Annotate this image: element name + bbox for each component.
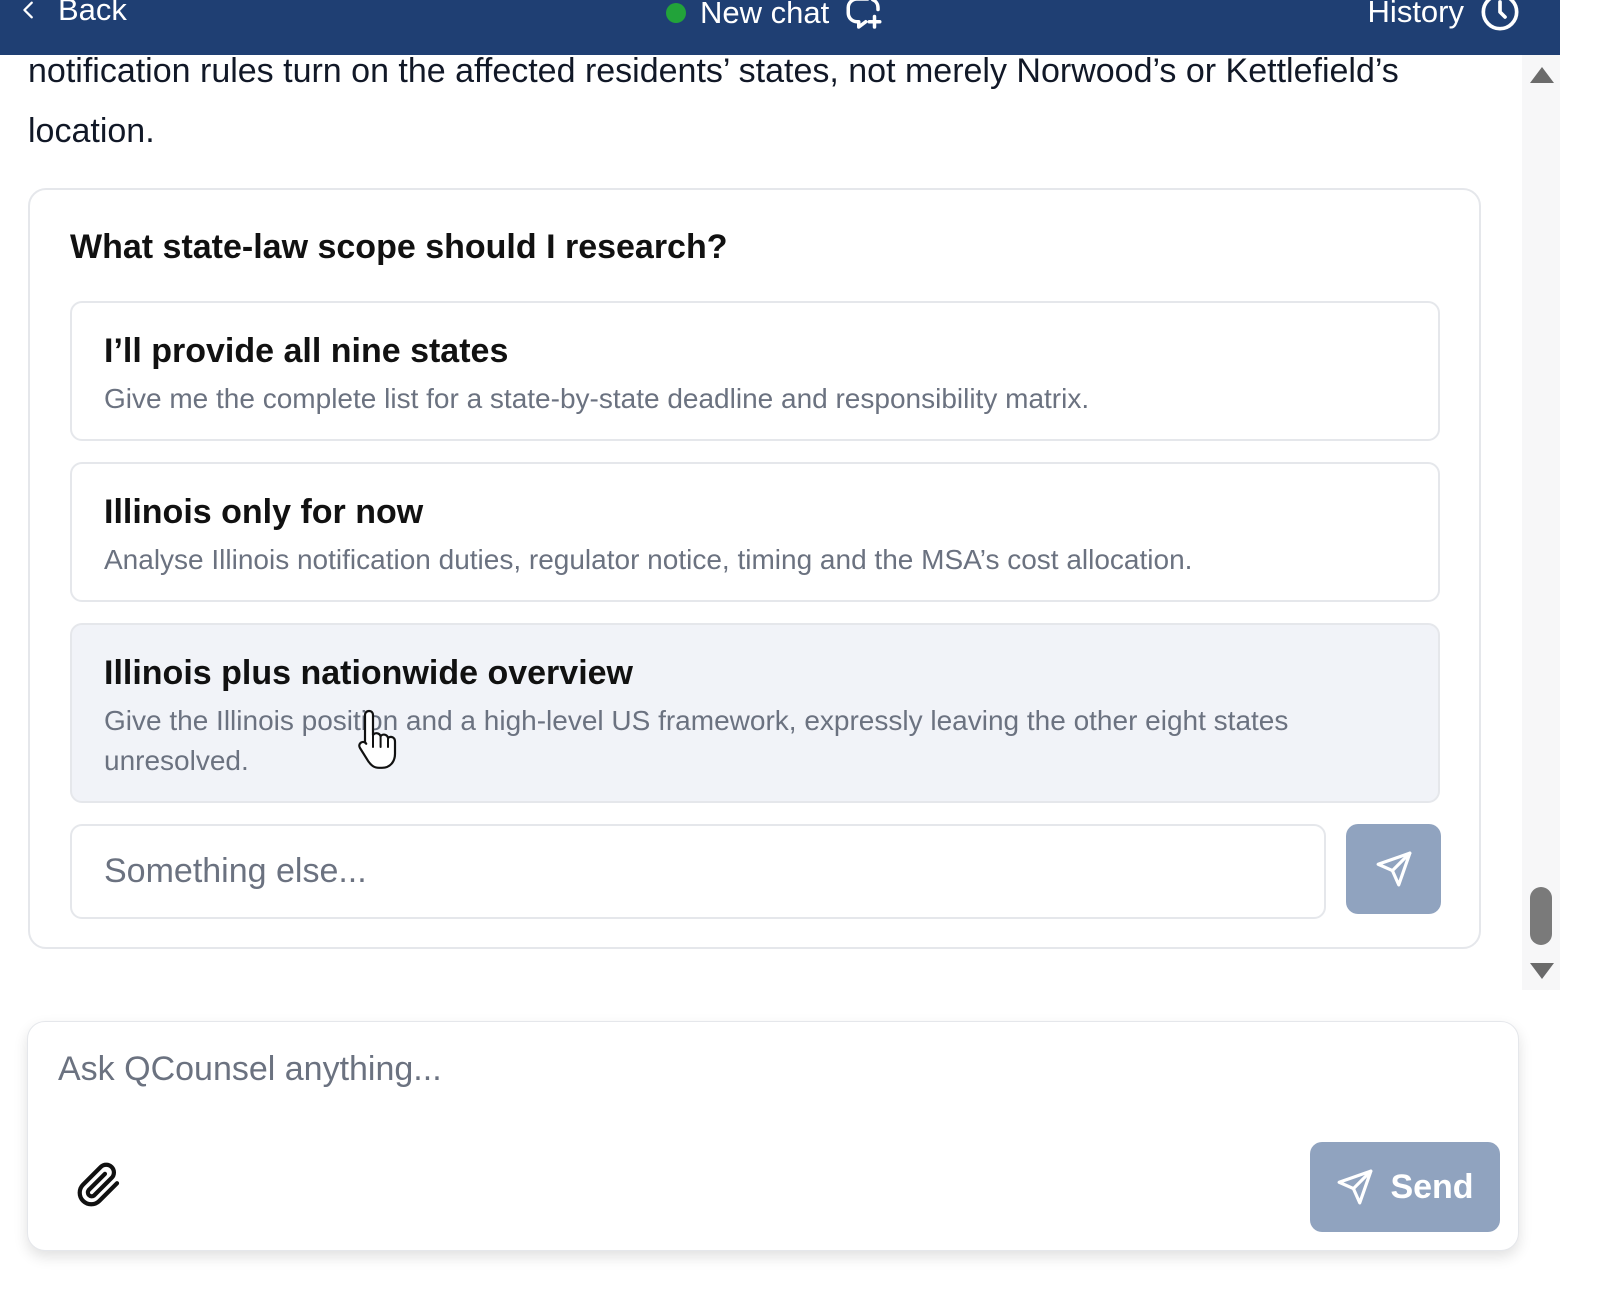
new-chat-label: New chat [700,0,830,30]
back-label: Back [58,0,127,27]
conversation-area: notification rules turn on the affected … [0,55,1520,990]
status-dot [666,3,686,23]
send-button[interactable]: Send [1310,1142,1500,1232]
scroll-up-arrow-icon[interactable] [1530,67,1554,83]
scrollbar-thumb[interactable] [1530,887,1552,945]
back-button[interactable]: Back [18,0,127,28]
clock-icon [1481,0,1519,31]
hand-cursor-icon [358,709,397,769]
option-illinois-only[interactable]: Illinois only for now Analyse Illinois n… [70,462,1440,602]
something-else-send-button[interactable] [1346,824,1441,914]
paperclip-icon[interactable] [76,1162,122,1208]
option-title: Illinois plus nationwide overview [104,654,633,692]
top-bar: Back New chat History [0,0,1560,55]
history-label: History [1367,0,1464,29]
history-button[interactable]: History [1368,0,1520,32]
message-input[interactable] [58,1050,1458,1120]
scroll-down-arrow-icon[interactable] [1530,963,1554,979]
something-else-input[interactable] [70,824,1326,919]
option-description: Give me the complete list for a state-by… [104,383,1090,414]
new-chat-button[interactable]: New chat [666,0,885,34]
send-icon [1338,1169,1373,1205]
question-card: What state-law scope should I research? … [28,188,1481,949]
option-description: Analyse Illinois notification duties, re… [104,544,1193,575]
assistant-message-text: notification rules turn on the affected … [28,55,1399,150]
message-composer: Send [27,1021,1519,1251]
send-icon [1376,851,1411,887]
option-title: I’ll provide all nine states [104,332,509,370]
option-illinois-plus-nationwide[interactable]: Illinois plus nationwide overview Give t… [70,623,1440,803]
scrollbar[interactable] [1522,55,1560,990]
option-description: Give the Illinois position and a high-le… [104,705,1289,776]
option-all-nine-states[interactable]: I’ll provide all nine states Give me the… [70,301,1440,441]
new-chat-icon [846,0,882,29]
option-title: Illinois only for now [104,493,424,531]
chevron-left-icon [23,1,33,19]
question-title: What state-law scope should I research? [70,228,728,266]
send-label: Send [1390,1167,1474,1206]
